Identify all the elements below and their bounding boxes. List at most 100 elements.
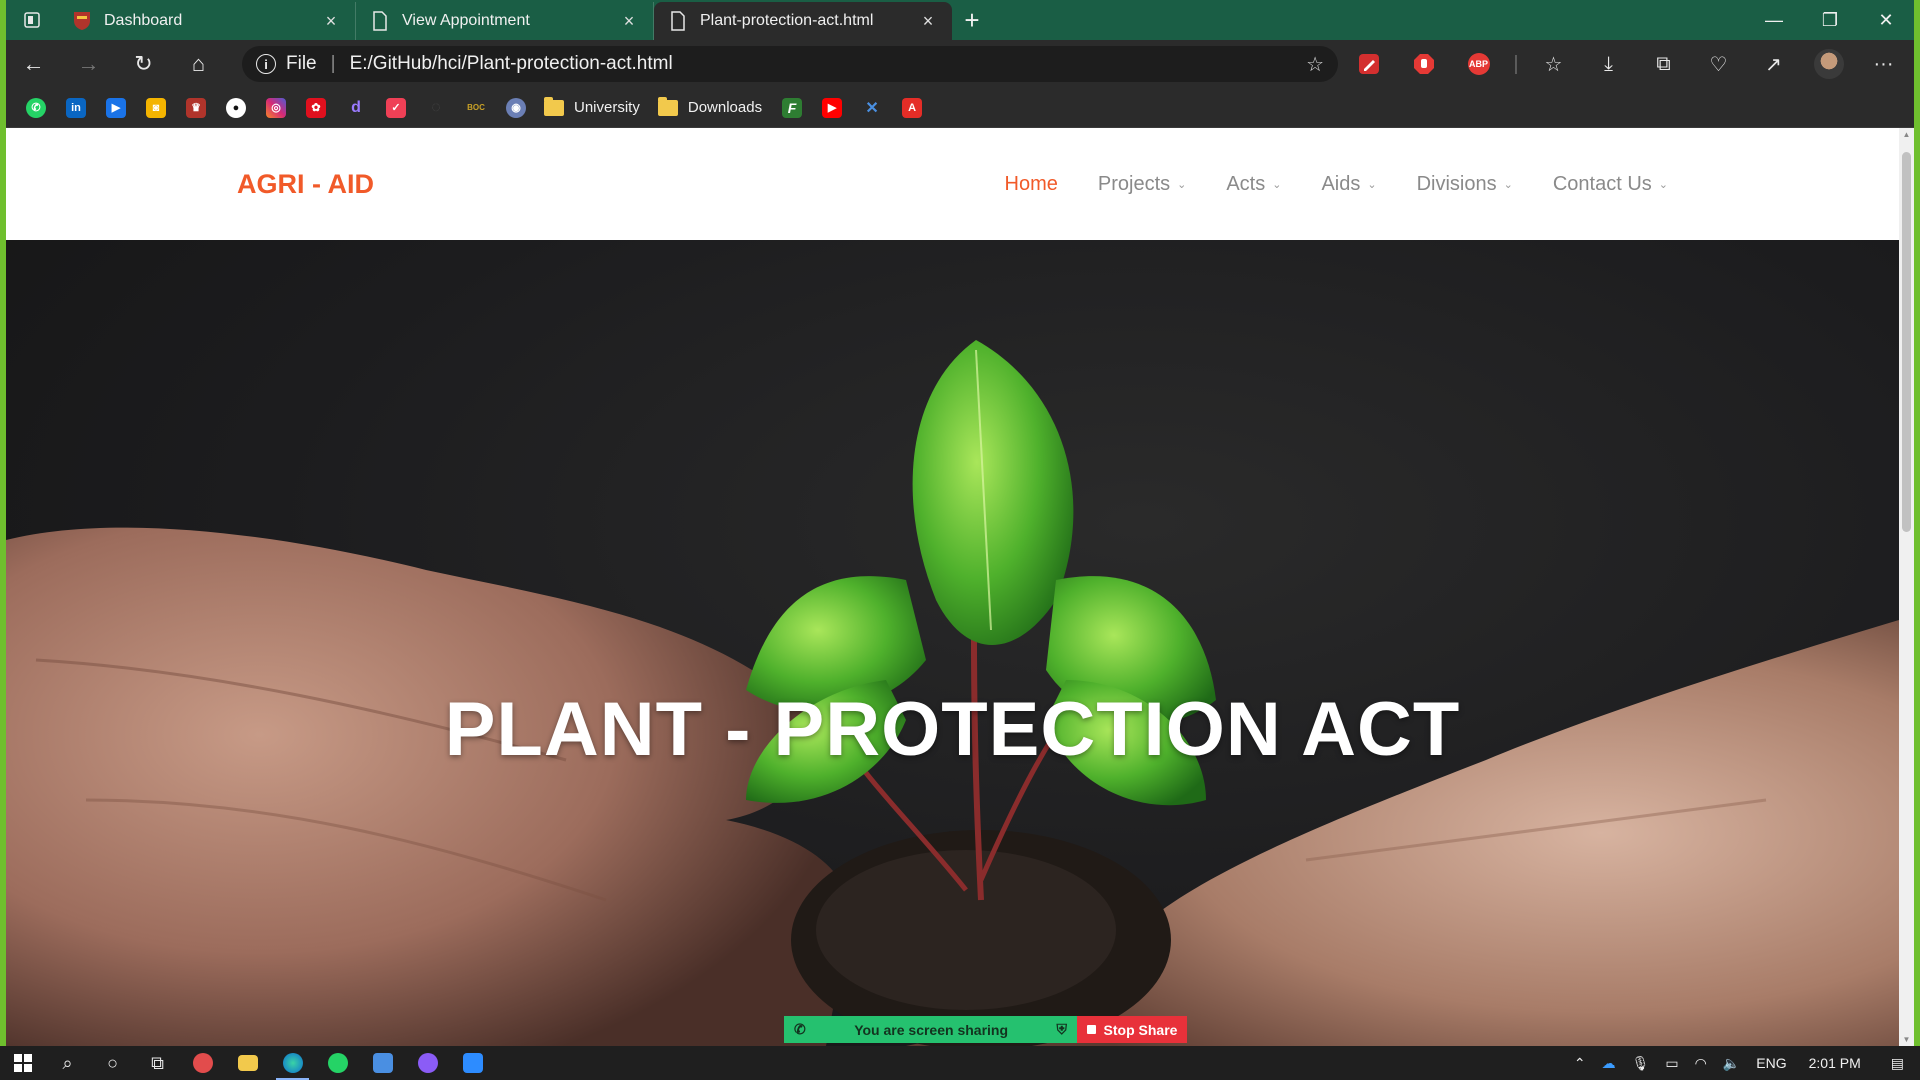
app-paint-icon[interactable] xyxy=(180,1046,225,1080)
bookmark-huawei[interactable]: ✿ xyxy=(296,88,336,128)
notifications-icon[interactable]: ▤ xyxy=(1891,1055,1904,1072)
nav-aids[interactable]: Aids ⌄ xyxy=(1321,173,1376,196)
stop-extension-icon[interactable] xyxy=(1396,40,1451,88)
stop-share-button[interactable]: Stop Share xyxy=(1077,1016,1187,1043)
nav-divisions[interactable]: Divisions ⌄ xyxy=(1417,173,1513,196)
wifi-icon[interactable]: ◠ xyxy=(1695,1055,1707,1072)
bookmarks-bar: ✆ in ▶ ◙ ♛ ● ◎ ✿ d ✓ ◌ BOC ◉ University … xyxy=(6,88,1914,128)
tab-dashboard[interactable]: Dashboard × xyxy=(58,2,356,40)
bookmark-instagram[interactable]: ◎ xyxy=(256,88,296,128)
bookmark-d-app[interactable]: d xyxy=(336,88,376,128)
bookmark-adobe[interactable]: A xyxy=(892,88,932,128)
tab-title: Plant-protection-act.html xyxy=(700,12,874,29)
bookmark-folder-downloads[interactable]: Downloads xyxy=(657,96,762,116)
tab-actions-button[interactable] xyxy=(6,0,58,40)
virtualbox-icon[interactable] xyxy=(360,1046,405,1080)
start-button[interactable] xyxy=(0,1046,45,1080)
site-brand[interactable]: AGRI - AID xyxy=(237,169,374,200)
home-button[interactable]: ⌂ xyxy=(171,40,226,88)
tab-close-icon[interactable]: × xyxy=(619,11,639,32)
search-icon[interactable]: ⌕ xyxy=(45,1046,90,1080)
restore-button[interactable]: ❐ xyxy=(1802,0,1858,40)
whatsapp-icon: ✆ xyxy=(26,97,46,118)
github-desktop-icon[interactable] xyxy=(405,1046,450,1080)
site-navbar: AGRI - AID Home Projects ⌄ Acts ⌄ Aids ⌄ Di… xyxy=(6,128,1899,240)
bookmark-f-app[interactable]: F xyxy=(772,88,812,128)
bookmark-pocket[interactable]: ✓ xyxy=(376,88,416,128)
bookmark-linkedin[interactable]: in xyxy=(56,88,96,128)
bookmark-folder-university[interactable]: University xyxy=(544,96,640,116)
refresh-button[interactable]: ↻ xyxy=(116,40,171,88)
pen-extension-icon[interactable] xyxy=(1341,40,1396,88)
x-app-icon: ✕ xyxy=(865,99,879,117)
nav-projects[interactable]: Projects ⌄ xyxy=(1098,173,1186,196)
battery-icon[interactable]: ▭ xyxy=(1665,1055,1678,1072)
tab-view-appointment[interactable]: View Appointment × xyxy=(356,2,654,40)
nav-label: Contact Us xyxy=(1552,172,1652,195)
whatsapp-icon[interactable] xyxy=(315,1046,360,1080)
page-icon xyxy=(370,11,390,31)
url-text[interactable]: E:/GitHub/hci/Plant-protection-act.html xyxy=(350,53,673,75)
profile-avatar[interactable] xyxy=(1801,40,1856,88)
clock[interactable]: 2:01 PM xyxy=(1809,1055,1861,1071)
zoom-icon[interactable] xyxy=(450,1046,495,1080)
more-menu-icon[interactable]: ··· xyxy=(1856,40,1911,88)
minimize-button[interactable]: — xyxy=(1746,0,1802,40)
adblock-icon[interactable]: ABP xyxy=(1451,40,1506,88)
back-button[interactable]: ← xyxy=(6,40,61,88)
site-info-icon[interactable]: i xyxy=(256,54,276,74)
bookmark-camera[interactable]: ◙ xyxy=(136,88,176,128)
bookmark-video[interactable]: ▶ xyxy=(96,88,136,128)
nav-home[interactable]: Home xyxy=(1005,173,1058,196)
tab-title: Dashboard xyxy=(104,12,183,29)
hero-banner: PLANT - PROTECTION ACT xyxy=(6,240,1899,1046)
globe-app-icon: ◉ xyxy=(506,97,526,118)
task-view-icon[interactable]: ⧉ xyxy=(135,1046,180,1080)
boc-icon: BOC xyxy=(467,103,485,112)
file-explorer-icon[interactable] xyxy=(225,1046,270,1080)
page-scrollbar[interactable]: ▲ ▼ xyxy=(1899,128,1914,1046)
screen-share-banner: ✆ You are screen sharing ⛨ Stop Share xyxy=(784,1016,1187,1043)
onedrive-icon[interactable]: ☁ xyxy=(1602,1055,1616,1072)
microphone-icon[interactable]: 🎙 xyxy=(1632,1055,1650,1072)
tab-actions-icon xyxy=(24,12,40,28)
cortana-icon[interactable]: ○ xyxy=(90,1046,135,1080)
chevron-up-icon[interactable]: ⌃ xyxy=(1574,1055,1586,1072)
bookmark-university-crest[interactable]: ♛ xyxy=(176,88,216,128)
tab-close-icon[interactable]: × xyxy=(321,11,341,32)
d-app-icon: d xyxy=(351,98,361,116)
bookmark-github[interactable]: ● xyxy=(216,88,256,128)
chevron-down-icon: ⌄ xyxy=(1503,178,1513,191)
nav-label: Home xyxy=(1004,172,1058,195)
performance-icon[interactable]: ♡ xyxy=(1691,40,1746,88)
tab-title: View Appointment xyxy=(402,12,530,29)
bookmark-whatsapp[interactable]: ✆ xyxy=(16,88,56,128)
scroll-up-icon[interactable]: ▲ xyxy=(1899,130,1914,139)
collections-icon[interactable]: ⧉ xyxy=(1636,40,1691,88)
windows-logo-icon xyxy=(13,1054,32,1072)
volume-icon[interactable]: 🔈 xyxy=(1723,1055,1740,1072)
bookmark-circle-app[interactable]: ◌ xyxy=(416,88,456,128)
new-tab-button[interactable]: + xyxy=(952,0,992,40)
bookmark-x-app[interactable]: ✕ xyxy=(852,88,892,128)
nav-acts[interactable]: Acts ⌄ xyxy=(1226,173,1281,196)
downloads-icon[interactable]: ⤓ xyxy=(1581,40,1636,88)
add-favorite-icon[interactable]: ☆ xyxy=(1306,52,1324,77)
tab-plant-protection-act[interactable]: Plant-protection-act.html × xyxy=(654,2,952,40)
nav-contact-us[interactable]: Contact Us ⌄ xyxy=(1553,173,1668,196)
address-bar[interactable]: i File | E:/GitHub/hci/Plant-protection-… xyxy=(242,46,1338,82)
scrollbar-thumb[interactable] xyxy=(1902,152,1911,532)
tab-close-icon[interactable]: × xyxy=(918,11,938,32)
favorites-icon[interactable]: ☆ xyxy=(1526,40,1581,88)
forward-button[interactable]: → xyxy=(61,40,116,88)
edge-browser-icon[interactable] xyxy=(270,1046,315,1080)
nav-label: Divisions xyxy=(1416,172,1497,195)
close-window-button[interactable]: ✕ xyxy=(1858,0,1914,40)
university-crest-icon: ♛ xyxy=(186,97,206,118)
bookmark-youtube[interactable]: ▶ xyxy=(812,88,852,128)
bookmark-boc[interactable]: BOC xyxy=(456,88,496,128)
scroll-down-icon[interactable]: ▼ xyxy=(1899,1035,1914,1044)
share-icon[interactable]: ↗ xyxy=(1746,40,1801,88)
language-indicator[interactable]: ENG xyxy=(1756,1055,1786,1071)
bookmark-globe-app[interactable]: ◉ xyxy=(496,88,536,128)
